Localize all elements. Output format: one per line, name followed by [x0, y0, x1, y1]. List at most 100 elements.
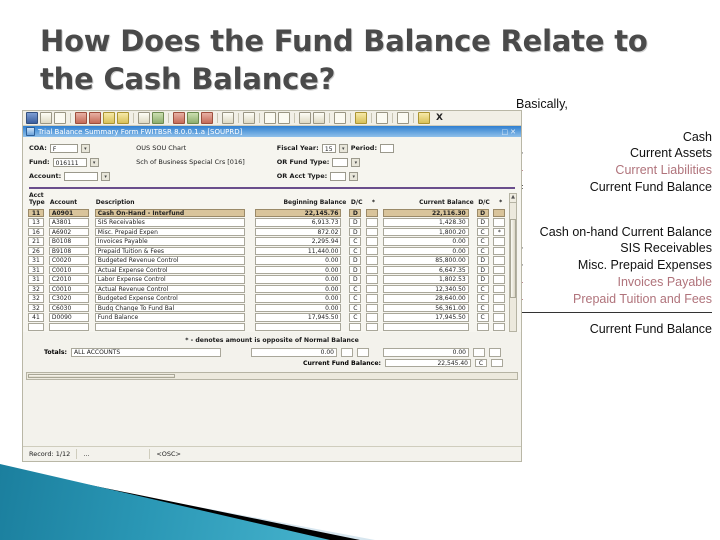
- cell-current[interactable]: 12,340.50: [382, 284, 469, 294]
- cell-cdc[interactable]: C: [476, 237, 489, 246]
- cell-bdc[interactable]: D: [349, 208, 362, 218]
- cell-beginning[interactable]: 6,913.73: [255, 218, 342, 227]
- cell-cdc[interactable]: D: [476, 265, 489, 275]
- online-help-icon[interactable]: [355, 112, 367, 124]
- rollback-icon[interactable]: [40, 112, 52, 124]
- cell-acct-type[interactable]: 32: [28, 284, 44, 294]
- cell-description[interactable]: [94, 322, 245, 332]
- cell-bdc[interactable]: D: [349, 275, 362, 284]
- cell-beginning[interactable]: [255, 322, 342, 332]
- table-row[interactable]: 32 C6030 Budg Change To Fund Bal 0.00 C 56,36…: [27, 303, 509, 314]
- cell-acct-type[interactable]: 31: [28, 256, 44, 265]
- cell-cstar[interactable]: [493, 275, 506, 284]
- fund-type-dropdown-icon[interactable]: ▾: [351, 157, 361, 167]
- cell-description[interactable]: Actual Expense Control: [94, 265, 245, 275]
- cell-description[interactable]: Misc. Prepaid Expen: [94, 227, 245, 237]
- cell-account[interactable]: C0010: [48, 284, 89, 294]
- cell-cdc[interactable]: C: [476, 246, 489, 256]
- cell-beginning[interactable]: 0.00: [255, 284, 342, 294]
- totals-current-star-field[interactable]: [489, 348, 501, 357]
- cell-acct-type[interactable]: 31: [28, 275, 44, 284]
- list-values-icon[interactable]: [278, 112, 290, 124]
- cell-current[interactable]: 0.00: [382, 237, 469, 246]
- cancel-query-icon[interactable]: [173, 112, 185, 124]
- cell-beginning[interactable]: 0.00: [255, 275, 342, 284]
- table-row[interactable]: 21 B0108 Invoices Payable 2,295.94 C 0.00 C: [27, 237, 509, 247]
- cell-current[interactable]: 85,800.00: [382, 256, 469, 265]
- cell-cstar[interactable]: [493, 208, 506, 218]
- cell-cdc[interactable]: C: [476, 294, 489, 303]
- calendar-icon[interactable]: [376, 112, 388, 124]
- page-icon[interactable]: [54, 112, 66, 124]
- previous-block-icon[interactable]: [187, 112, 199, 124]
- totals-current-dc-field[interactable]: [473, 348, 485, 357]
- scroll-up-icon[interactable]: ▲: [510, 194, 516, 203]
- table-row[interactable]: 16 A6902 Misc. Prepaid Expen 872.02 D 1,800.2…: [27, 227, 509, 238]
- cell-bstar[interactable]: [366, 256, 379, 265]
- cell-bdc[interactable]: D: [349, 218, 362, 227]
- cell-account[interactable]: A6902: [48, 227, 89, 237]
- cell-account[interactable]: B0108: [48, 237, 89, 246]
- cell-acct-type[interactable]: [28, 322, 44, 332]
- select-icon[interactable]: [75, 112, 87, 124]
- next-block-icon[interactable]: [201, 112, 213, 124]
- close-icon[interactable]: X: [436, 113, 443, 123]
- cell-account[interactable]: D0090: [48, 313, 89, 322]
- fiscal-year-dropdown-icon[interactable]: ▾: [338, 143, 348, 153]
- cell-account[interactable]: C0020: [48, 256, 89, 265]
- cell-description[interactable]: Budgeted Expense Control: [94, 294, 245, 303]
- cell-bstar[interactable]: [366, 294, 379, 303]
- hint-icon[interactable]: [418, 112, 430, 124]
- grid-vertical-scrollbar[interactable]: ▲: [509, 193, 517, 333]
- cell-beginning[interactable]: 0.00: [255, 256, 342, 265]
- cell-acct-type[interactable]: 31: [28, 265, 44, 275]
- cell-cstar[interactable]: [493, 313, 506, 322]
- cell-bstar[interactable]: [366, 322, 379, 332]
- cell-cstar[interactable]: [493, 246, 506, 256]
- cell-bstar[interactable]: [366, 284, 379, 294]
- cell-account[interactable]: B9108: [48, 246, 89, 256]
- cell-bstar[interactable]: [366, 208, 379, 218]
- scrollbar-thumb[interactable]: [510, 218, 516, 299]
- cell-acct-type[interactable]: 32: [28, 303, 44, 313]
- totals-beginning-dc-field[interactable]: [341, 348, 353, 357]
- query-enter-icon[interactable]: [138, 112, 150, 124]
- cell-description[interactable]: Prepaid Tuition & Fees: [94, 246, 245, 256]
- cell-current[interactable]: 22,116.30: [382, 208, 469, 218]
- cell-account[interactable]: A0901: [48, 208, 89, 218]
- cell-description[interactable]: Invoices Payable: [94, 237, 245, 246]
- cell-beginning[interactable]: 11,440.00: [255, 246, 342, 256]
- cell-cdc[interactable]: C: [476, 303, 489, 313]
- cell-cstar[interactable]: [493, 294, 506, 303]
- cell-bstar[interactable]: [366, 218, 379, 227]
- cell-current[interactable]: [382, 322, 469, 332]
- cell-beginning[interactable]: 872.02: [255, 227, 342, 237]
- cell-cdc[interactable]: [476, 322, 489, 332]
- window-controls[interactable]: □✕: [502, 128, 518, 136]
- cell-acct-type[interactable]: 32: [28, 294, 44, 303]
- cell-description[interactable]: SIS Receivables: [94, 218, 245, 227]
- totals-scope-field[interactable]: ALL ACCOUNTS: [71, 348, 221, 357]
- cell-cstar[interactable]: [493, 284, 506, 294]
- cell-beginning[interactable]: 0.00: [255, 303, 342, 313]
- cell-description[interactable]: Budg Change To Fund Bal: [94, 303, 245, 313]
- cell-cdc[interactable]: C: [476, 313, 489, 322]
- cell-current[interactable]: 28,640.00: [382, 294, 469, 303]
- coa-field[interactable]: F: [49, 143, 78, 153]
- cell-beginning[interactable]: 17,945.50: [255, 313, 342, 322]
- table-row[interactable]: 32 C0010 Actual Revenue Control 0.00 C 12,340…: [27, 284, 509, 295]
- table-row[interactable]: 32 C3020 Budgeted Expense Control 0.00 C 28,6…: [27, 294, 509, 304]
- form-horizontal-scrollbar[interactable]: [26, 372, 518, 381]
- cell-bdc[interactable]: C: [349, 246, 362, 256]
- cell-beginning[interactable]: 22,145.76: [255, 208, 342, 218]
- insert-icon[interactable]: [299, 112, 311, 124]
- cell-current[interactable]: 1,802.53: [382, 275, 469, 284]
- cell-cstar[interactable]: [493, 256, 506, 265]
- cell-bstar[interactable]: [366, 246, 379, 256]
- scrollbar-thumb[interactable]: [28, 374, 175, 379]
- cell-beginning[interactable]: 0.00: [255, 294, 342, 303]
- totals-current-field[interactable]: 0.00: [383, 348, 469, 357]
- cell-bstar[interactable]: [366, 313, 379, 322]
- table-row[interactable]: 31 C2010 Labor Expense Control 0.00 D 1,802.5…: [27, 275, 509, 285]
- remove-icon[interactable]: [313, 112, 325, 124]
